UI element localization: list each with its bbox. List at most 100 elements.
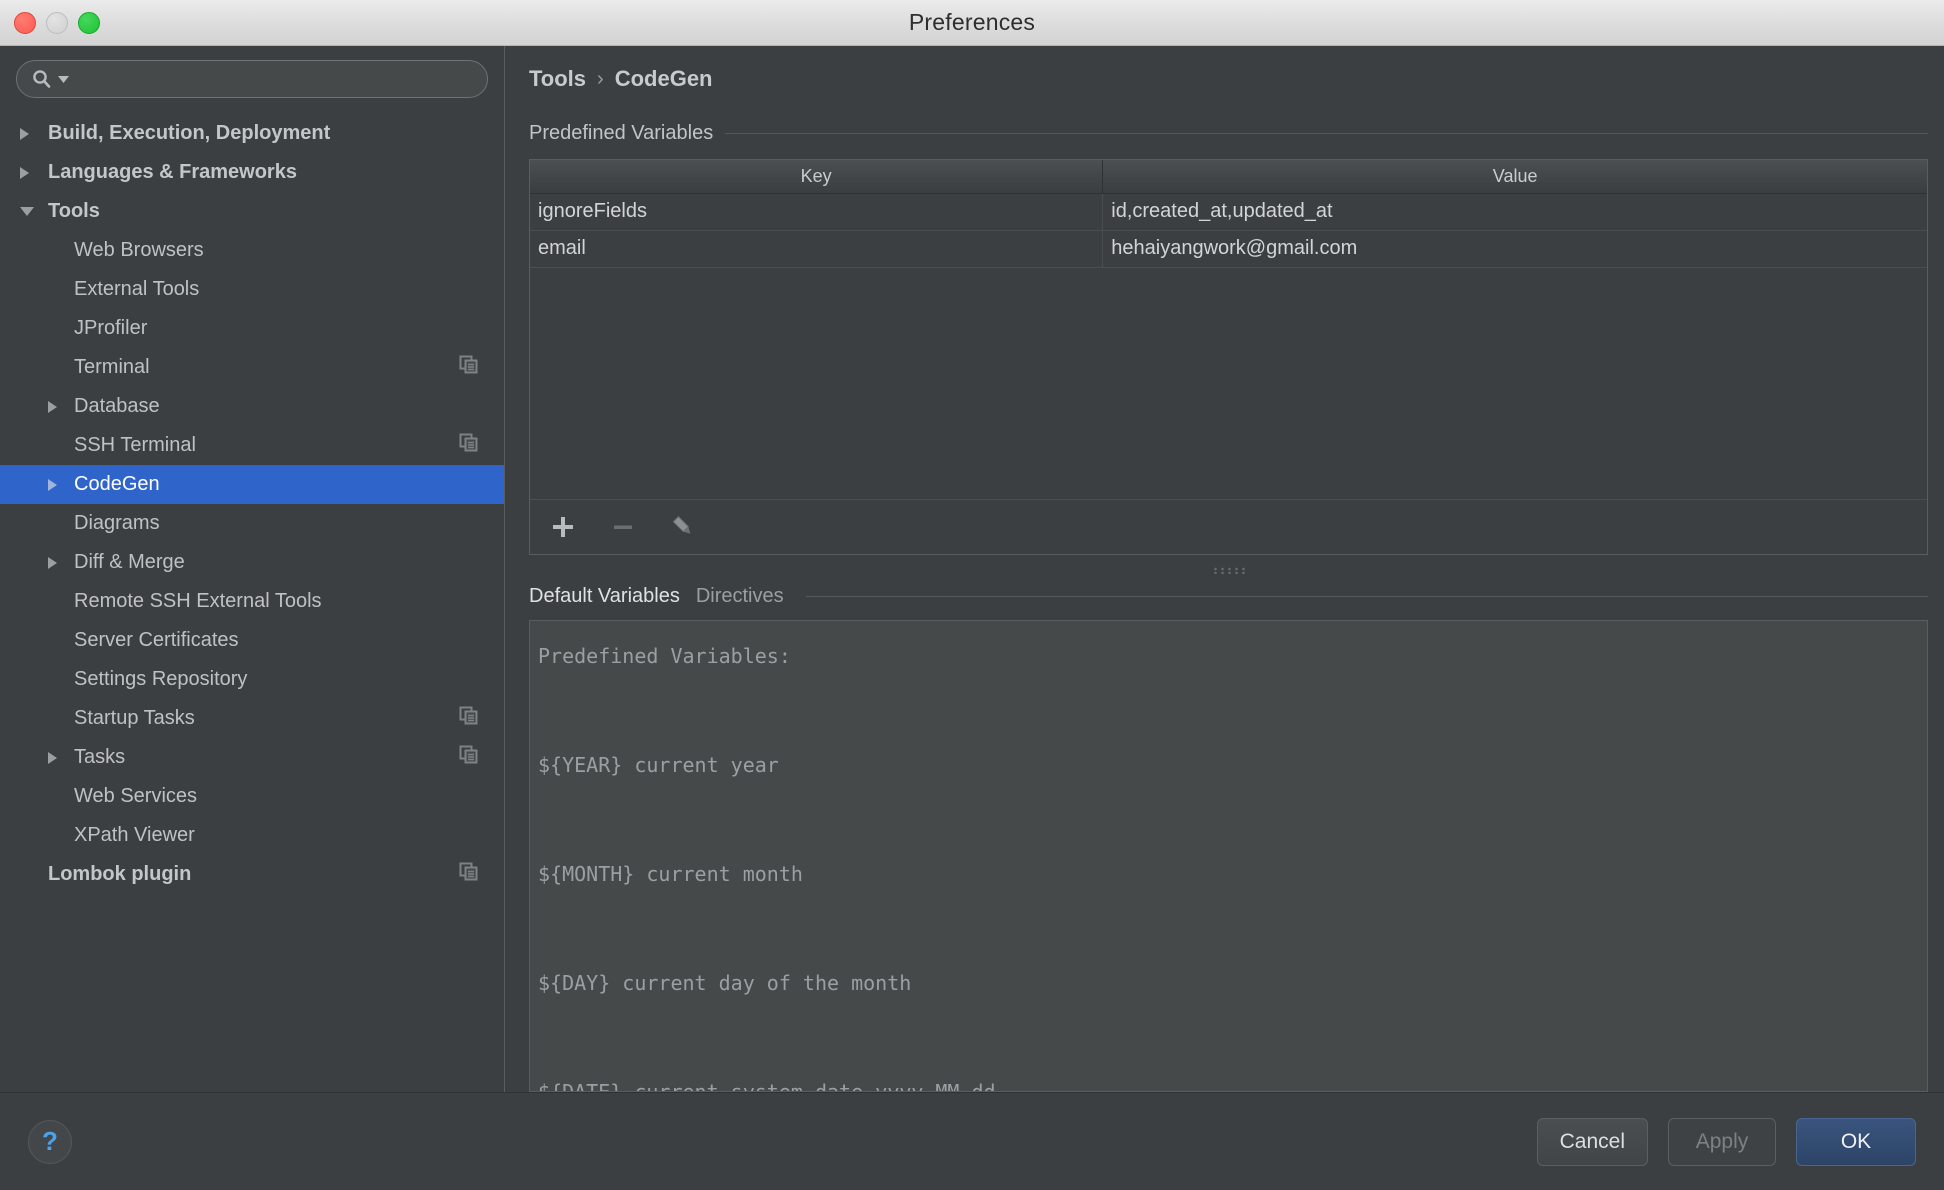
sidebar-item-label: JProfiler (74, 317, 148, 339)
breadcrumb-separator-icon: › (597, 67, 604, 90)
sidebar-item-label: CodeGen (74, 473, 160, 495)
sidebar-item-label: Diagrams (74, 512, 160, 534)
traffic-lights (14, 0, 100, 46)
sidebar-item-label: Terminal (74, 356, 150, 378)
column-header-value[interactable]: Value (1102, 160, 1927, 194)
sidebar-item-label: External Tools (74, 278, 200, 300)
lower-panel-tabs: Default Variables Directives (529, 585, 1928, 608)
cell-value[interactable]: hehaiyangwork@gmail.com (1102, 230, 1927, 268)
search-icon (31, 68, 53, 90)
sidebar-item-label: Startup Tasks (74, 707, 195, 729)
breadcrumb: Tools › CodeGen (529, 46, 1928, 92)
sidebar-item-settings-repository[interactable]: Settings Repository (0, 660, 504, 699)
settings-tree: Build, Execution, Deployment Languages & … (0, 108, 504, 1092)
sidebar-item-label: Settings Repository (74, 668, 248, 690)
copy-icon[interactable] (458, 861, 480, 889)
copy-icon[interactable] (458, 432, 480, 460)
sidebar-item-tools[interactable]: Tools (0, 192, 504, 231)
chevron-down-icon[interactable] (20, 207, 34, 216)
chevron-right-icon[interactable] (20, 166, 29, 179)
table-empty-area[interactable] (530, 267, 1927, 499)
sidebar-item-build-execution-deployment[interactable]: Build, Execution, Deployment (0, 114, 504, 153)
cell-key[interactable]: email (530, 230, 1104, 268)
predefined-variables-label: Predefined Variables (529, 122, 714, 144)
sidebar-item-diff-merge[interactable]: Diff & Merge (0, 543, 504, 582)
sidebar-item-remote-ssh-external-tools[interactable]: Remote SSH External Tools (0, 582, 504, 621)
cell-key[interactable]: ignoreFields (530, 193, 1104, 231)
chevron-right-icon[interactable] (20, 127, 29, 140)
sidebar-item-label: Remote SSH External Tools (74, 590, 322, 612)
sidebar-item-label: Server Certificates (74, 629, 239, 651)
panel-splitter[interactable] (529, 555, 1928, 585)
variables-help-editor[interactable]: Predefined Variables: ${YEAR} current ye… (529, 620, 1928, 1092)
sidebar-item-label: Web Services (74, 785, 198, 807)
table-header-row: Key Value (530, 160, 1927, 194)
sidebar-item-startup-tasks[interactable]: Startup Tasks (0, 699, 504, 738)
sidebar-item-label: Diff & Merge (74, 551, 185, 573)
search-dropdown-icon[interactable] (58, 75, 70, 84)
close-window-button[interactable] (14, 12, 36, 34)
tab-directives[interactable]: Directives (696, 585, 784, 608)
sidebar-item-external-tools[interactable]: External Tools (0, 270, 504, 309)
header-divider (725, 133, 1928, 134)
table-body: ignoreFields id,created_at,updated_at emai… (530, 193, 1927, 268)
cell-value[interactable]: id,created_at,updated_at (1102, 193, 1927, 231)
edit-variable-button[interactable] (668, 512, 698, 542)
chevron-right-icon[interactable] (48, 556, 57, 569)
window-title: Preferences (908, 9, 1036, 35)
sidebar-item-languages-frameworks[interactable]: Languages & Frameworks (0, 153, 504, 192)
breadcrumb-root[interactable]: Tools (529, 66, 586, 92)
minimize-window-button[interactable] (46, 12, 68, 34)
sidebar-item-database[interactable]: Database (0, 387, 504, 426)
title-bar: Preferences (0, 0, 1944, 46)
tab-default-variables[interactable]: Default Variables (529, 585, 680, 608)
cancel-button[interactable]: Cancel (1536, 1117, 1648, 1166)
chevron-right-icon[interactable] (48, 478, 57, 491)
sidebar-item-diagrams[interactable]: Diagrams (0, 504, 504, 543)
table-toolbar (530, 499, 1927, 554)
sidebar-item-jprofiler[interactable]: JProfiler (0, 309, 504, 348)
table-row[interactable]: ignoreFields id,created_at,updated_at (530, 193, 1927, 231)
chevron-right-icon[interactable] (48, 400, 57, 413)
settings-main-panel: Tools › CodeGen Predefined Variables Key… (505, 46, 1944, 1092)
window-body: Build, Execution, Deployment Languages & … (0, 46, 1944, 1092)
search-input[interactable] (75, 69, 473, 89)
sidebar-item-label: Build, Execution, Deployment (48, 122, 331, 144)
sidebar-item-label: Lombok plugin (48, 863, 192, 885)
splitter-grip-icon (1211, 566, 1246, 574)
preferences-window: Preferences Build, Execution, Deployment… (0, 0, 1944, 1190)
sidebar-item-terminal[interactable]: Terminal (0, 348, 504, 387)
chevron-right-icon[interactable] (48, 751, 57, 764)
add-variable-button[interactable] (548, 512, 578, 542)
settings-sidebar: Build, Execution, Deployment Languages & … (0, 46, 505, 1092)
sidebar-item-xpath-viewer[interactable]: XPath Viewer (0, 816, 504, 855)
predefined-variables-table: Key Value ignoreFields id,created_at,upda… (530, 160, 1927, 268)
sidebar-item-web-browsers[interactable]: Web Browsers (0, 231, 504, 270)
column-header-key[interactable]: Key (530, 160, 1104, 194)
help-button[interactable]: ? (28, 1119, 72, 1164)
sidebar-item-tasks[interactable]: Tasks (0, 738, 504, 777)
copy-icon[interactable] (458, 354, 480, 382)
sidebar-item-label: Database (74, 395, 160, 417)
sidebar-item-ssh-terminal[interactable]: SSH Terminal (0, 426, 504, 465)
sidebar-item-label: Languages & Frameworks (48, 161, 297, 183)
sidebar-item-label: Tools (48, 200, 100, 222)
table-row[interactable]: email hehaiyangwork@gmail.com (530, 230, 1927, 268)
search-box[interactable] (16, 60, 488, 98)
search-container (0, 46, 504, 108)
sidebar-item-label: SSH Terminal (74, 434, 196, 456)
sidebar-item-web-services[interactable]: Web Services (0, 777, 504, 816)
ok-button[interactable]: OK (1796, 1117, 1916, 1166)
sidebar-item-lombok-plugin[interactable]: Lombok plugin (0, 855, 504, 894)
sidebar-item-server-certificates[interactable]: Server Certificates (0, 621, 504, 660)
zoom-window-button[interactable] (78, 12, 100, 34)
predefined-variables-table-container: Key Value ignoreFields id,created_at,upda… (529, 159, 1928, 555)
sidebar-item-label: Tasks (74, 746, 126, 768)
copy-icon[interactable] (458, 705, 480, 733)
sidebar-item-codegen[interactable]: CodeGen (0, 465, 504, 504)
sidebar-item-label: Web Browsers (74, 239, 204, 261)
remove-variable-button (608, 512, 638, 542)
copy-icon[interactable] (458, 744, 480, 772)
apply-button: Apply (1668, 1117, 1776, 1166)
breadcrumb-current: CodeGen (614, 66, 713, 91)
